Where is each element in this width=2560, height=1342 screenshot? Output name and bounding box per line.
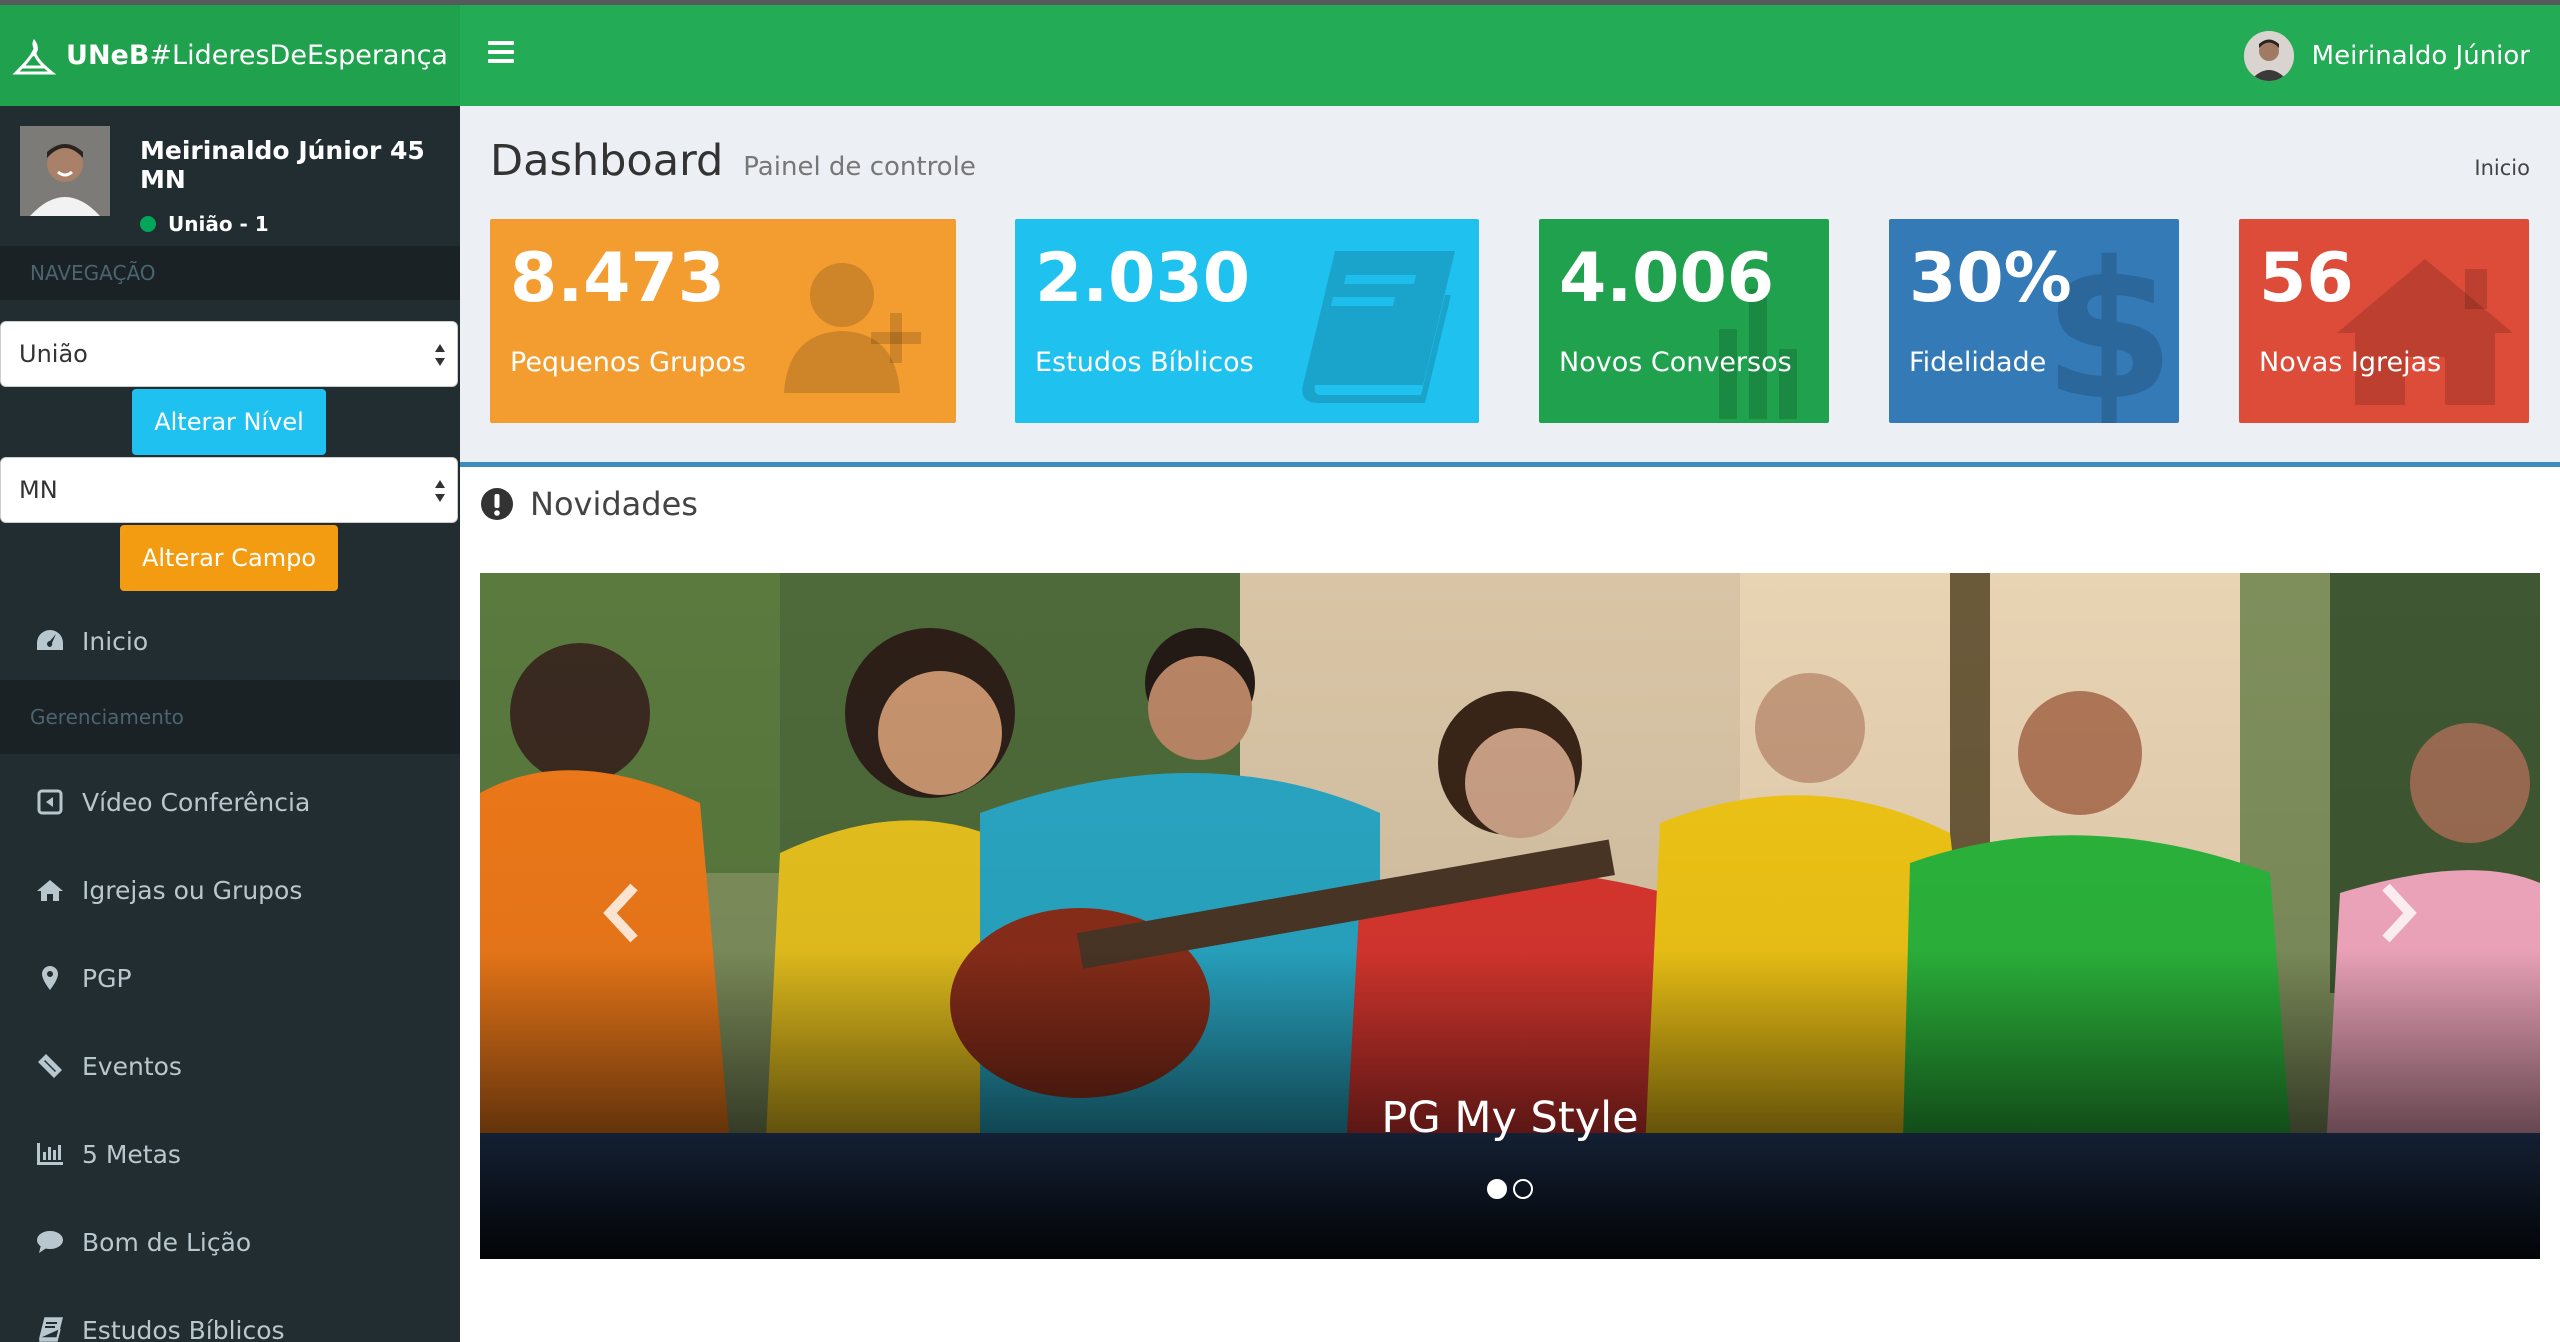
management-header: Gerenciamento <box>0 680 460 754</box>
sidebar-item-inicio[interactable]: Inicio <box>0 597 460 685</box>
brand-name: UNeB <box>66 40 150 71</box>
sidebar-item-label: Eventos <box>82 1051 182 1081</box>
sidebar: Meirinaldo Júnior 45 MN União - 1 NAVEGA… <box>0 106 460 1342</box>
avatar <box>20 126 110 216</box>
stat-box-fidelity[interactable]: 30% Fidelidade $ <box>1889 219 2179 423</box>
content: Dashboard Painel de controle Inicio 8.47… <box>460 106 2560 1342</box>
stat-value: 4.006 <box>1559 239 1775 318</box>
sidebar-user-name: Meirinaldo Júnior 45 MN <box>140 136 425 194</box>
page-title-text: Dashboard <box>490 136 724 186</box>
stat-box-bible-studies[interactable]: 2.030 Estudos Bíblicos <box>1015 219 1479 423</box>
user-panel: Meirinaldo Júnior 45 MN União - 1 <box>0 106 460 246</box>
dashboard-icon <box>34 625 66 657</box>
exclamation-circle-icon <box>481 488 513 520</box>
field-select[interactable]: MN <box>0 457 458 523</box>
sidebar-item-bom-de-licao[interactable]: Bom de Lição <box>0 1198 460 1286</box>
carousel-indicators <box>480 1179 2540 1199</box>
map-marker-icon <box>34 962 66 994</box>
sidebar-toggle-icon[interactable] <box>488 41 514 63</box>
app: UNeB #LideresDeEsperança Meirinaldo Júni… <box>0 5 2560 1342</box>
page-subtitle: Painel de controle <box>743 152 976 182</box>
level-select-value: União <box>19 340 88 368</box>
stat-box-new-converts[interactable]: 4.006 Novos Conversos <box>1539 219 1829 423</box>
carousel-slide-photo <box>480 573 2540 1259</box>
level-select[interactable]: União <box>0 321 458 387</box>
stat-label: Novos Conversos <box>1559 347 1792 378</box>
bar-chart-icon <box>34 1138 66 1170</box>
carousel-indicator[interactable] <box>1487 1179 1507 1199</box>
sidebar-item-video-conference[interactable]: Vídeo Conferência <box>0 758 460 846</box>
stat-box-new-churches[interactable]: 56 Novas Igrejas <box>2239 219 2529 423</box>
sidebar-item-events[interactable]: Eventos <box>0 1022 460 1110</box>
sidebar-item-label: Igrejas ou Grupos <box>82 875 303 905</box>
avatar <box>2243 31 2294 81</box>
sidebar-item-label: Estudos Bíblicos <box>82 1315 285 1342</box>
carousel-prev-icon[interactable] <box>590 873 660 953</box>
stat-value: 8.473 <box>510 239 726 318</box>
video-icon <box>34 786 66 818</box>
change-level-button[interactable]: Alterar Nível <box>132 389 326 455</box>
flame-logo-icon <box>12 38 57 74</box>
nav-header: NAVEGAÇÃO <box>0 246 460 300</box>
news-carousel[interactable]: PG My Style <box>480 573 2540 1259</box>
breadcrumb[interactable]: Inicio <box>2474 156 2530 180</box>
sidebar-item-label: Bom de Lição <box>82 1227 252 1257</box>
user-menu[interactable]: Meirinaldo Júnior <box>2243 31 2530 81</box>
page-title: Dashboard Painel de controle <box>490 136 976 186</box>
select-arrows-icon <box>435 480 445 502</box>
carousel-caption: PG My Style <box>1381 1093 1639 1143</box>
stat-label: Novas Igrejas <box>2259 347 2442 378</box>
stat-label: Pequenos Grupos <box>510 347 746 378</box>
user-status-text: União - 1 <box>168 212 269 236</box>
user-plus-icon <box>784 263 921 393</box>
sidebar-item-label: Inicio <box>82 626 149 656</box>
online-status-icon <box>140 216 156 232</box>
user-status: União - 1 <box>140 212 269 236</box>
book-icon <box>34 1314 66 1342</box>
sidebar-item-label: 5 Metas <box>82 1139 181 1169</box>
carousel-next-icon[interactable] <box>2360 873 2430 953</box>
brand-logo[interactable]: UNeB #LideresDeEsperança <box>0 5 460 106</box>
stat-label: Estudos Bíblicos <box>1035 347 1254 378</box>
comment-icon <box>34 1226 66 1258</box>
ticket-icon <box>34 1050 66 1082</box>
select-arrows-icon <box>435 344 445 366</box>
top-navbar: Meirinaldo Júnior <box>460 5 2560 106</box>
stat-value: 56 <box>2259 239 2354 318</box>
header-user-name: Meirinaldo Júnior <box>2311 41 2530 71</box>
sidebar-item-5-metas[interactable]: 5 Metas <box>0 1110 460 1198</box>
brand-tagline: #LideresDeEsperança <box>149 40 448 71</box>
home-icon <box>34 874 66 906</box>
stat-value: 2.030 <box>1035 239 1251 318</box>
stat-value: 30% <box>1909 239 2072 318</box>
book-icon <box>1302 251 1455 403</box>
stat-box-small-groups[interactable]: 8.473 Pequenos Grupos <box>490 219 956 423</box>
stat-label: Fidelidade <box>1909 347 2047 378</box>
sidebar-item-label: PGP <box>82 963 132 993</box>
sidebar-item-label: Vídeo Conferência <box>82 787 311 817</box>
news-title-text: Novidades <box>530 485 698 523</box>
sidebar-item-pgp[interactable]: PGP <box>0 934 460 1022</box>
field-select-value: MN <box>19 476 58 504</box>
carousel-indicator[interactable] <box>1513 1179 1533 1199</box>
sidebar-item-estudos-biblicos[interactable]: Estudos Bíblicos <box>0 1286 460 1342</box>
news-panel: Novidades PG My Style <box>460 462 2560 1342</box>
news-panel-title: Novidades <box>480 485 698 523</box>
change-field-button[interactable]: Alterar Campo <box>120 525 338 591</box>
sidebar-item-churches[interactable]: Igrejas ou Grupos <box>0 846 460 934</box>
home-icon <box>2337 259 2513 405</box>
